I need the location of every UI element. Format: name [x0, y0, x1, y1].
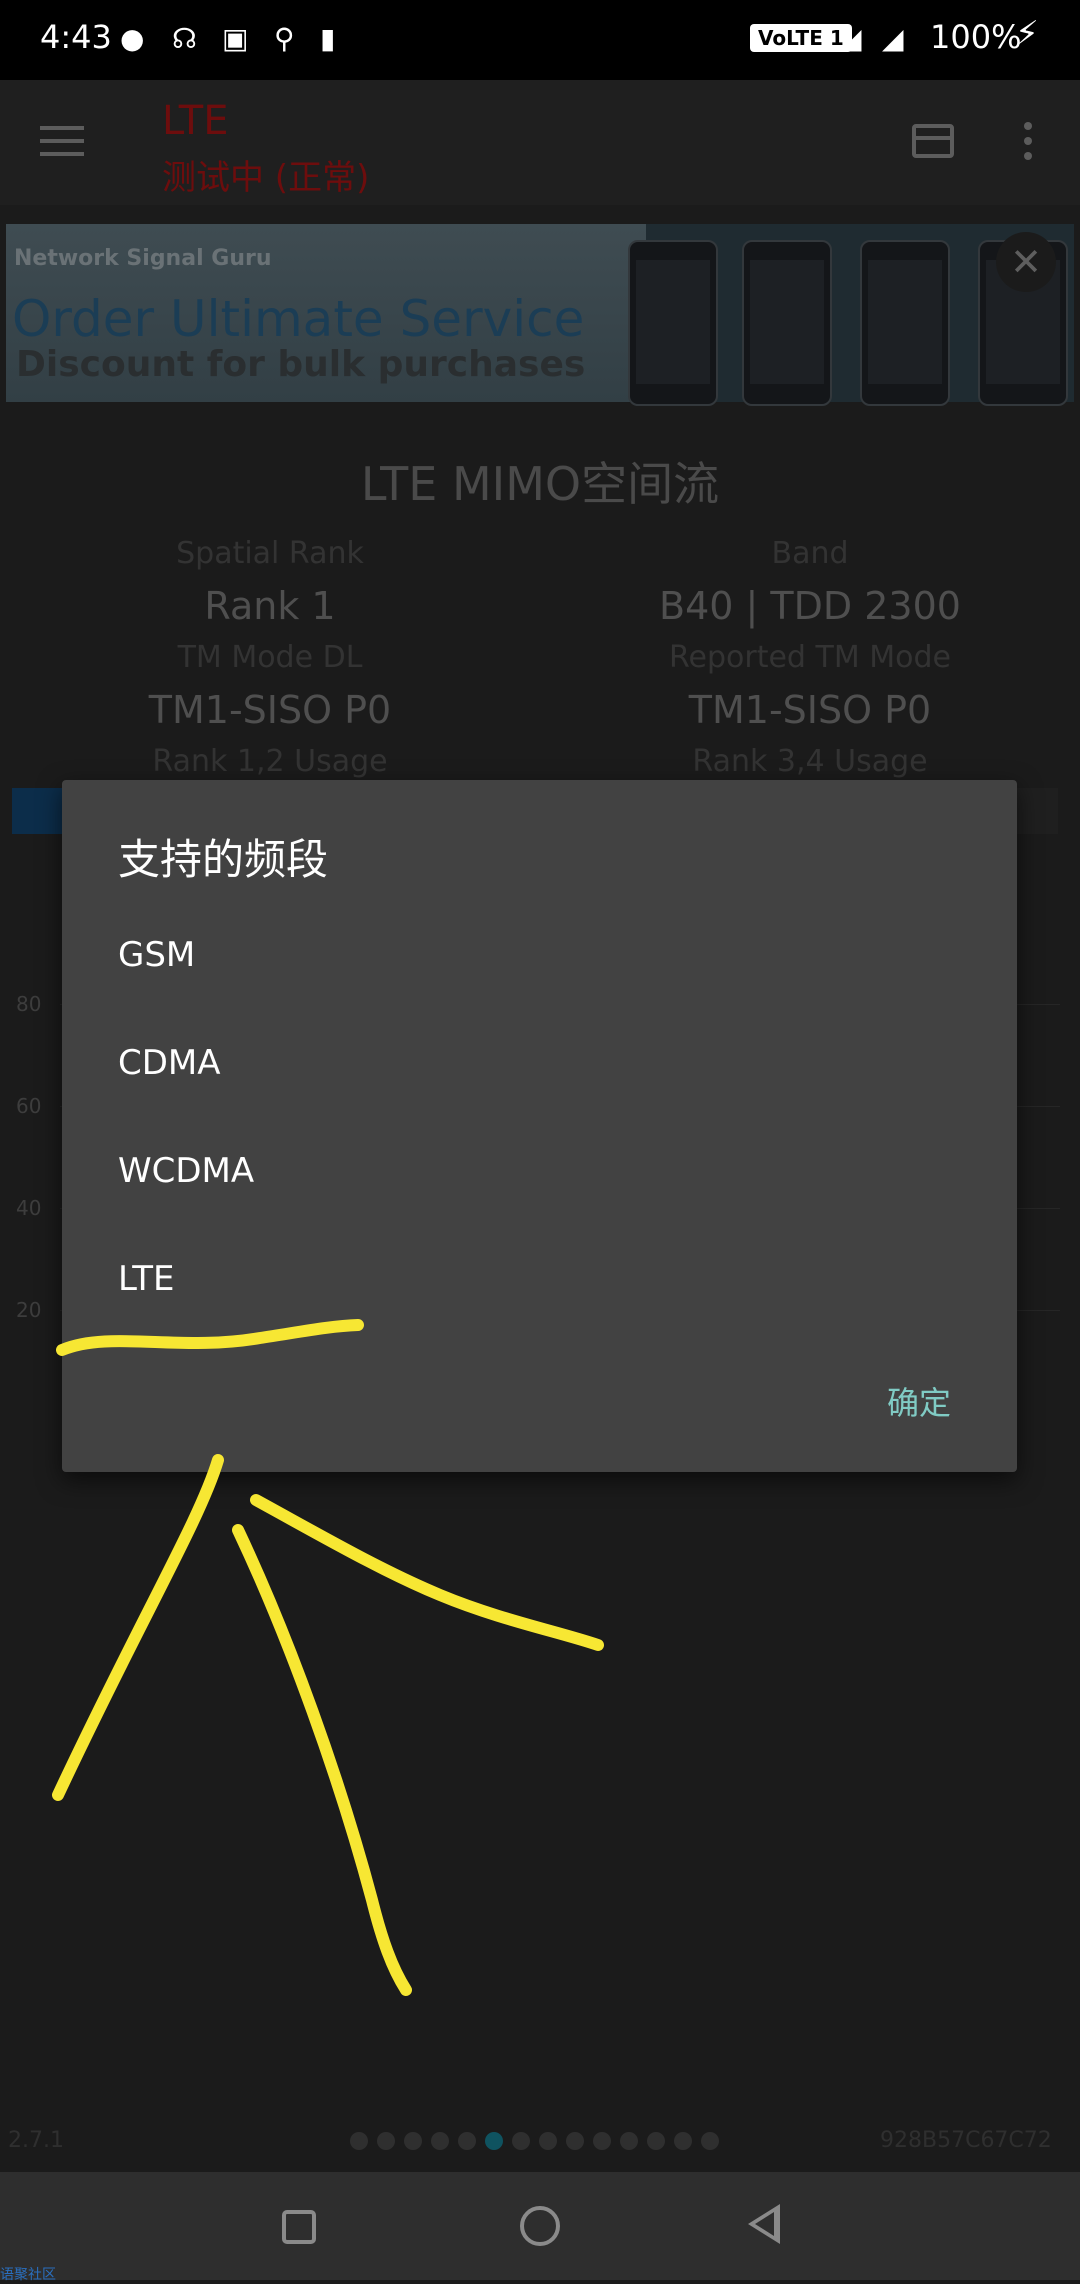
- ad-phone-image: [860, 240, 950, 406]
- arrow-stroke: [232, 1524, 412, 1996]
- stat-value: B40 | TDD 2300: [659, 584, 961, 628]
- stat-value: Rank 1: [204, 584, 336, 628]
- band-item-cdma[interactable]: CDMA: [118, 1018, 978, 1108]
- close-ad-icon[interactable]: ✕: [996, 232, 1056, 292]
- headphones-icon: ☊: [172, 22, 197, 55]
- battery-percent: 100%: [930, 18, 1022, 56]
- home-icon[interactable]: [520, 2206, 560, 2246]
- battery-charging-icon: ⚡: [1015, 14, 1039, 54]
- page-dot[interactable]: [593, 2132, 611, 2150]
- page-dot[interactable]: [431, 2132, 449, 2150]
- status-bar: [0, 0, 1080, 80]
- watermark: 语聚社区: [0, 2267, 56, 2283]
- page-dot[interactable]: [620, 2132, 638, 2150]
- device-id: 928B57C67C72: [880, 2128, 1052, 2153]
- stat-label: Reported TM Mode: [669, 640, 951, 675]
- page-dot[interactable]: [539, 2132, 557, 2150]
- band-item-lte[interactable]: LTE: [118, 1234, 978, 1324]
- usage-bar-fill: [12, 788, 68, 834]
- page-dot[interactable]: [701, 2132, 719, 2150]
- cell-signal-icon: ◢: [882, 22, 904, 55]
- app-subtitle: 测试中 (正常): [162, 158, 370, 198]
- more-options-icon[interactable]: [1024, 122, 1034, 166]
- y-axis-label: 20: [16, 1298, 42, 1322]
- ad-phone-image: [742, 240, 832, 406]
- page-dot[interactable]: [647, 2132, 665, 2150]
- ad-phone-image: [628, 240, 718, 406]
- version-text: 2.7.1: [8, 2128, 64, 2153]
- band-item-gsm[interactable]: GSM: [118, 910, 978, 1000]
- usage-label: Rank 3,4 Usage: [692, 744, 928, 779]
- page-dot[interactable]: [512, 2132, 530, 2150]
- card-icon[interactable]: [912, 124, 954, 158]
- stat-value: TM1-SISO P0: [688, 688, 932, 732]
- flame-icon: ●: [120, 22, 145, 55]
- usage-label: Rank 1,2 Usage: [152, 744, 388, 779]
- page-dot[interactable]: [377, 2132, 395, 2150]
- image-icon: ▣: [222, 22, 249, 55]
- location-icon: ⚲: [274, 22, 295, 55]
- status-time: 4:43: [40, 18, 112, 56]
- page-dot[interactable]: [566, 2132, 584, 2150]
- ad-brand: Network Signal Guru: [14, 246, 272, 271]
- y-axis-label: 80: [16, 992, 42, 1016]
- ad-headline: Order Ultimate Service: [12, 290, 585, 348]
- arrow-stroke: [250, 1494, 604, 1651]
- signal-icon: ▮: [320, 22, 336, 55]
- page-dot[interactable]: [350, 2132, 368, 2150]
- menu-icon[interactable]: [40, 126, 84, 160]
- app-title: LTE: [162, 98, 229, 144]
- stat-label: TM Mode DL: [177, 640, 363, 675]
- supported-bands-dialog: 支持的频段 GSM CDMA WCDMA LTE 确定: [62, 780, 1017, 1472]
- volte-badge: VoLTE 1: [750, 24, 852, 52]
- page-dot[interactable]: [485, 2132, 503, 2150]
- back-icon[interactable]: [748, 2204, 780, 2244]
- y-axis-label: 60: [16, 1094, 42, 1118]
- page-dot[interactable]: [404, 2132, 422, 2150]
- ad-subline: Discount for bulk purchases: [16, 344, 586, 385]
- stat-value: TM1-SISO P0: [148, 688, 392, 732]
- dialog-title: 支持的频段: [118, 835, 329, 884]
- section-title: LTE MIMO空间流: [360, 457, 720, 511]
- page-dot[interactable]: [674, 2132, 692, 2150]
- stat-label: Band: [771, 536, 849, 571]
- ok-button[interactable]: 确定: [887, 1378, 951, 1424]
- y-axis-label: 40: [16, 1196, 42, 1220]
- network-4g-icon: ◢: [840, 22, 862, 55]
- recents-icon[interactable]: [282, 2210, 316, 2244]
- band-item-wcdma[interactable]: WCDMA: [118, 1126, 978, 1216]
- page-dot[interactable]: [458, 2132, 476, 2150]
- arrow-stroke: [52, 1454, 224, 1801]
- page-indicator[interactable]: [350, 2132, 728, 2154]
- stat-label: Spatial Rank: [176, 536, 364, 571]
